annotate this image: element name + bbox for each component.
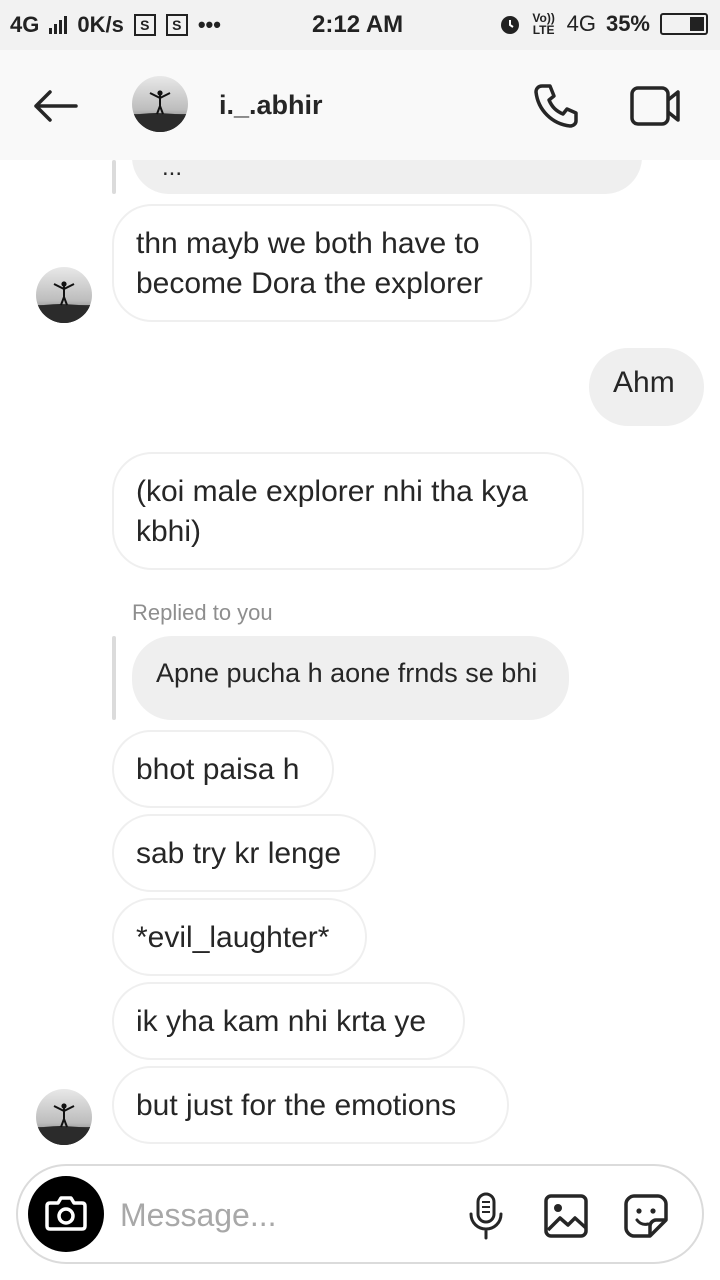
message-text: sab try kr lenge: [136, 837, 342, 870]
sim1-icon: S: [133, 14, 156, 36]
sticker-icon: [624, 1194, 668, 1238]
message-bubble[interactable]: thn mayb we both have to become Dora the…: [112, 204, 532, 322]
camera-button[interactable]: [28, 1176, 104, 1252]
message-text: (koi male explorer nhi tha kya kbhi): [136, 475, 528, 548]
partial-reply-text: ...: [162, 160, 183, 181]
gallery-button[interactable]: [542, 1192, 590, 1240]
partial-reply-quote: ...: [132, 160, 642, 194]
phone-icon: [534, 84, 578, 128]
status-left: 4G 0K/s S S •••: [10, 12, 221, 38]
network-type: 4G: [10, 12, 40, 37]
arrow-left-icon: [34, 90, 78, 122]
message-bubble[interactable]: but just for the emotions: [112, 1066, 509, 1144]
reply-quote-text: Apne pucha h aone frnds se bhi: [156, 658, 538, 688]
message-text: ik yha kam nhi krta ye: [136, 1005, 427, 1038]
message-text: but just for the emotions: [136, 1089, 457, 1122]
network-type-right: 4G: [566, 11, 596, 36]
message-bubble[interactable]: *evil_laughter*: [112, 898, 367, 976]
battery-percent: 35%: [605, 11, 650, 36]
video-camera-icon: [630, 86, 680, 126]
status-right: Vo)) LTE 4G 35%: [499, 11, 708, 37]
profile-avatar[interactable]: [132, 76, 188, 132]
voice-call-button[interactable]: [530, 80, 582, 132]
message-composer: [16, 1164, 704, 1264]
sender-avatar[interactable]: [36, 267, 92, 323]
microphone-icon: [469, 1192, 503, 1240]
message-text: thn mayb we both have to become Dora the…: [136, 227, 483, 300]
video-call-button[interactable]: [628, 82, 684, 130]
message-thread[interactable]: ... thn mayb we both have to become Dora…: [0, 160, 720, 1160]
reply-bar: [112, 160, 116, 194]
replied-to-you-label: Replied to you: [132, 600, 273, 625]
status-time: 2:12 AM: [312, 11, 404, 38]
chat-username[interactable]: i._.abhir: [219, 90, 323, 121]
volte-icon: Vo)) LTE: [532, 11, 555, 37]
sticker-button[interactable]: [622, 1192, 670, 1240]
sim2-icon: S: [165, 14, 188, 36]
voice-message-button[interactable]: [464, 1190, 508, 1242]
message-text: Ahm: [613, 366, 675, 399]
signal-icon: [49, 16, 68, 34]
reply-quote[interactable]: Apne pucha h aone frnds se bhi: [132, 636, 569, 720]
message-bubble[interactable]: (koi male explorer nhi tha kya kbhi): [112, 452, 584, 570]
alarm-icon: [500, 16, 519, 34]
status-bar: 4G 0K/s S S ••• 2:12 AM Vo)) LTE 4G 35%: [0, 0, 720, 50]
message-input[interactable]: [120, 1190, 450, 1240]
battery-icon: [660, 13, 708, 35]
message-bubble[interactable]: ik yha kam nhi krta ye: [112, 982, 465, 1060]
more-notifications-icon: •••: [197, 12, 221, 37]
sender-avatar[interactable]: [36, 1089, 92, 1145]
back-button[interactable]: [28, 86, 84, 126]
image-icon: [544, 1194, 588, 1238]
camera-icon: [45, 1196, 87, 1231]
reply-bar: [112, 636, 116, 720]
data-speed: 0K/s: [77, 12, 124, 37]
message-text: *evil_laughter*: [136, 921, 330, 954]
message-text: bhot paisa h: [136, 753, 300, 786]
outgoing-message-bubble[interactable]: Ahm: [589, 348, 704, 426]
message-bubble[interactable]: sab try kr lenge: [112, 814, 376, 892]
battery-fill: [690, 17, 704, 31]
chat-header: i._.abhir: [0, 50, 720, 160]
message-bubble[interactable]: bhot paisa h: [112, 730, 334, 808]
